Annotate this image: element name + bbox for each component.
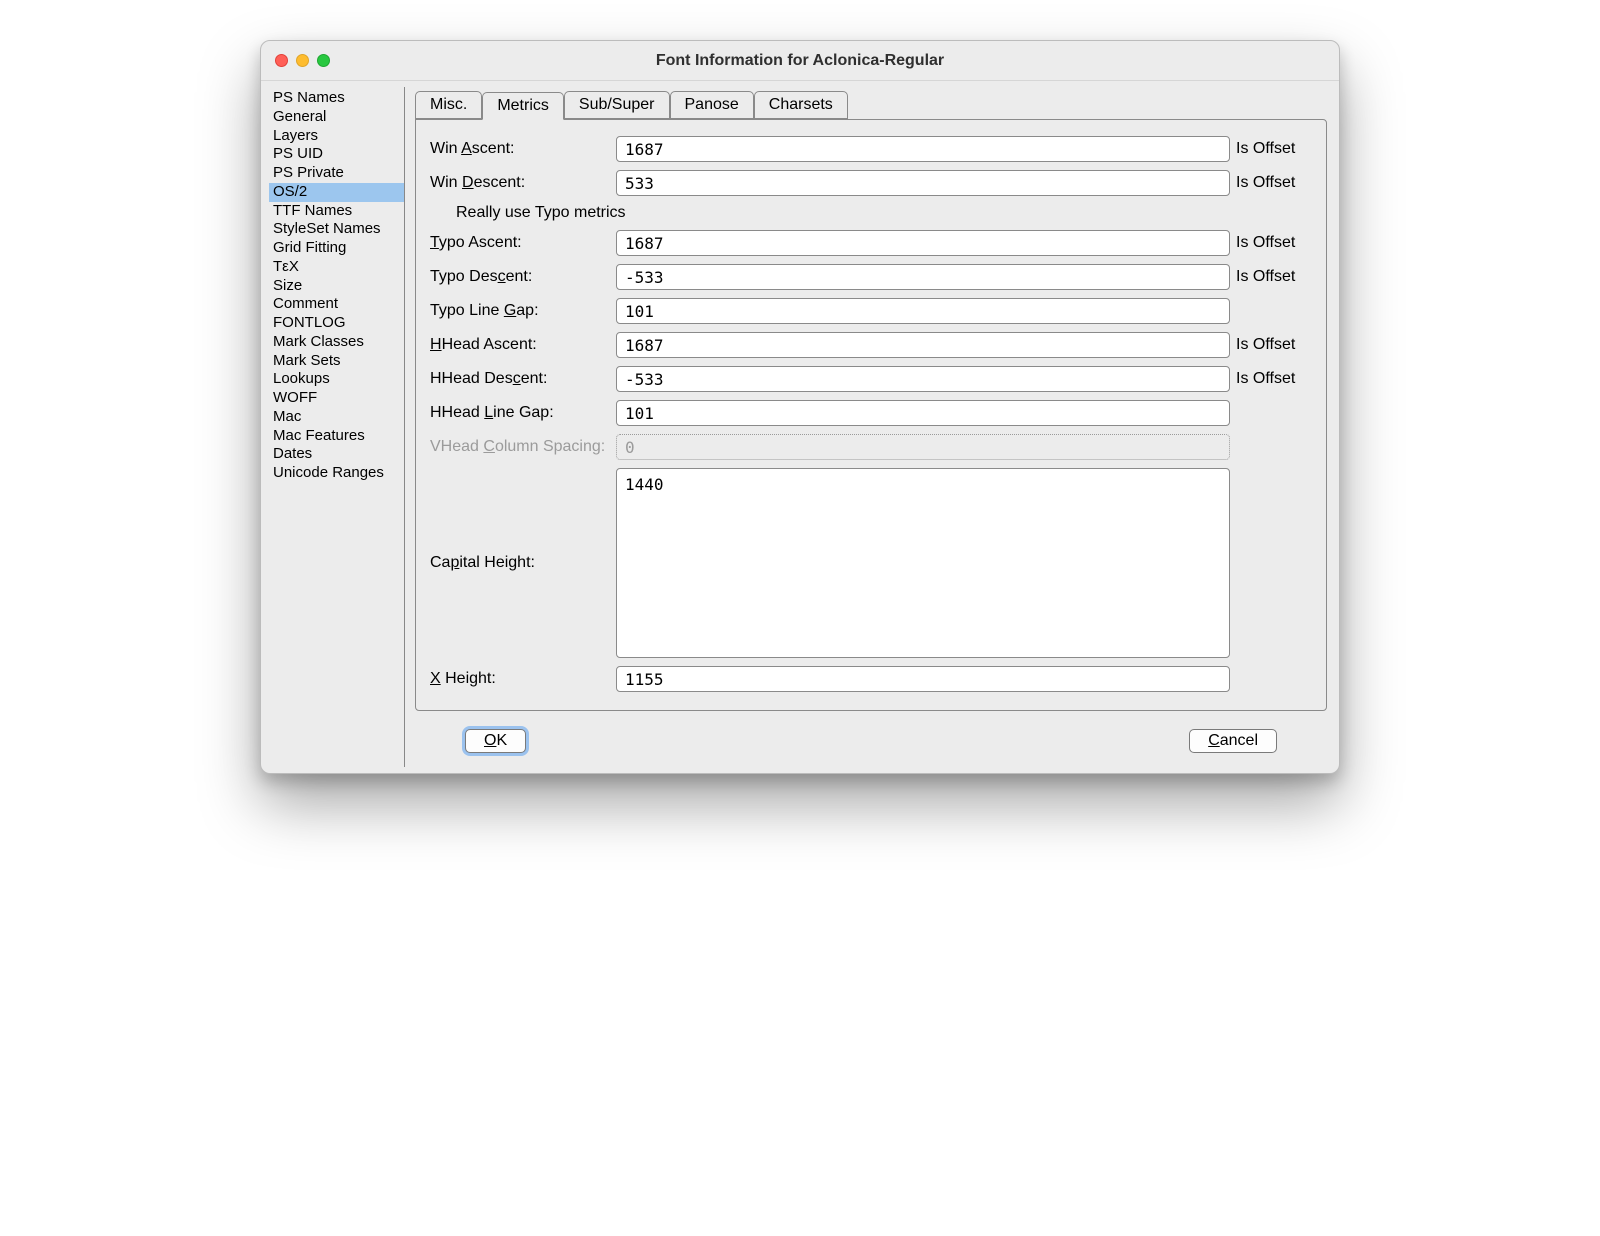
tab[interactable]: Sub/Super [564,91,670,119]
typo-linegap-input[interactable] [616,298,1230,324]
tab[interactable]: Metrics [482,92,564,120]
typo-linegap-label: Typo Line Gap: [430,302,610,320]
tab[interactable]: Charsets [754,91,848,119]
typo-ascent-label: Typo Ascent: [430,234,610,252]
hhead-ascent-input[interactable] [616,332,1230,358]
minimize-icon[interactable] [296,54,309,67]
font-info-window: Font Information for Aclonica-Regular PS… [260,40,1340,774]
win-descent-is-offset[interactable]: Is Offset [1236,174,1312,192]
sidebar-item[interactable]: Grid Fitting [269,239,404,258]
win-descent-input[interactable] [616,170,1230,196]
sidebar-item[interactable]: Lookups [269,370,404,389]
sidebar-item[interactable]: WOFF [269,389,404,408]
typo-descent-label: Typo Descent: [430,268,610,286]
sidebar-item[interactable]: Comment [269,295,404,314]
win-ascent-is-offset[interactable]: Is Offset [1236,140,1312,158]
win-descent-label: Win Descent: [430,174,610,192]
sidebar-item[interactable]: General [269,108,404,127]
vhead-colspacing-input [616,434,1230,460]
window-title: Font Information for Aclonica-Regular [275,52,1325,70]
ok-button[interactable]: OK [465,729,526,753]
sidebar-item[interactable]: Size [269,277,404,296]
sidebar-item[interactable]: Layers [269,127,404,146]
hhead-linegap-input[interactable] [616,400,1230,426]
really-use-typo-label[interactable]: Really use Typo metrics [456,204,626,222]
typo-descent-is-offset[interactable]: Is Offset [1236,268,1312,286]
sidebar-item[interactable]: FONTLOG [269,314,404,333]
capital-height-label: Capital Height: [430,554,610,572]
hhead-linegap-label: HHead Line Gap: [430,404,610,422]
category-sidebar: PS NamesGeneralLayersPS UIDPS PrivateOS/… [261,81,404,773]
sidebar-item[interactable]: Mark Sets [269,352,404,371]
tab-bar: Misc.MetricsSub/SuperPanoseCharsets [415,91,1327,119]
tab[interactable]: Misc. [415,91,482,119]
window-controls [275,54,330,67]
x-height-input[interactable] [616,666,1230,692]
x-height-label: X Height: [430,670,610,688]
capital-height-input[interactable]: 1440 [616,468,1230,658]
typo-descent-input[interactable] [616,264,1230,290]
main-panel: Misc.MetricsSub/SuperPanoseCharsets Win … [405,81,1339,773]
titlebar: Font Information for Aclonica-Regular [261,41,1339,81]
win-ascent-label: Win Ascent: [430,140,610,158]
hhead-descent-label: HHead Descent: [430,370,610,388]
sidebar-item[interactable]: TTF Names [269,202,404,221]
cancel-button[interactable]: Cancel [1189,729,1277,753]
sidebar-item[interactable]: Mac Features [269,427,404,446]
dialog-body: PS NamesGeneralLayersPS UIDPS PrivateOS/… [261,81,1339,773]
sidebar-item[interactable]: Mark Classes [269,333,404,352]
dialog-footer: OK Cancel [415,711,1327,773]
hhead-ascent-label: HHead Ascent: [430,336,610,354]
sidebar-item[interactable]: PS Names [269,89,404,108]
close-icon[interactable] [275,54,288,67]
sidebar-item[interactable]: OS/2 [269,183,404,202]
hhead-ascent-is-offset[interactable]: Is Offset [1236,336,1312,354]
sidebar-item[interactable]: Mac [269,408,404,427]
sidebar-item[interactable]: Unicode Ranges [269,464,404,483]
sidebar-item[interactable]: TεX [269,258,404,277]
sidebar-item[interactable]: PS UID [269,145,404,164]
hhead-descent-input[interactable] [616,366,1230,392]
sidebar-item[interactable]: PS Private [269,164,404,183]
vhead-colspacing-label: VHead Column Spacing: [430,438,610,456]
win-ascent-input[interactable] [616,136,1230,162]
sidebar-item[interactable]: Dates [269,445,404,464]
metrics-tabpanel: Win Ascent: Is Offset Win Descent: Is Of… [415,119,1327,711]
sidebar-item[interactable]: StyleSet Names [269,220,404,239]
hhead-descent-is-offset[interactable]: Is Offset [1236,370,1312,388]
typo-ascent-input[interactable] [616,230,1230,256]
tab[interactable]: Panose [670,91,754,119]
typo-ascent-is-offset[interactable]: Is Offset [1236,234,1312,252]
zoom-icon[interactable] [317,54,330,67]
